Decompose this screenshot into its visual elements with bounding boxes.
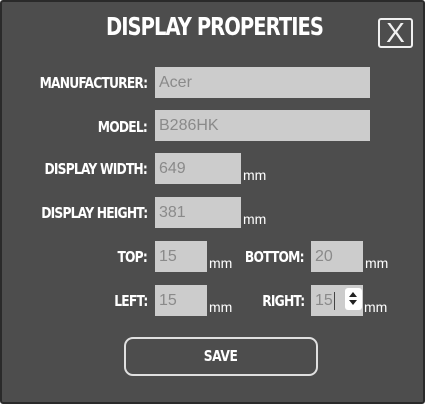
display-height-unit: mm — [243, 211, 267, 227]
manufacturer-label: MANUFACTURER: — [39, 74, 147, 92]
close-button[interactable]: X — [378, 18, 413, 48]
top-label: TOP: — [117, 248, 147, 266]
model-input[interactable]: B286HK — [155, 110, 370, 141]
manufacturer-input[interactable]: Acer — [155, 67, 370, 98]
close-icon: X — [386, 17, 405, 48]
spinner-up-icon[interactable] — [349, 292, 357, 297]
bottom-label: BOTTOM: — [245, 248, 305, 266]
display-width-unit: mm — [243, 167, 267, 183]
display-height-input[interactable]: 381 — [155, 197, 241, 228]
left-unit: mm — [209, 299, 233, 315]
spinner-arrows-icon[interactable] — [345, 288, 362, 310]
right-input-value: 15 — [315, 292, 333, 309]
spinner-down-icon[interactable] — [349, 300, 357, 305]
top-input[interactable]: 15 — [155, 241, 207, 272]
left-label: LEFT: — [113, 292, 148, 310]
text-caret — [333, 291, 335, 310]
bottom-input[interactable]: 20 — [311, 241, 363, 272]
display-width-label: DISPLAY WIDTH: — [44, 160, 147, 178]
model-label: MODEL: — [97, 118, 148, 136]
display-width-input[interactable]: 649 — [155, 153, 241, 184]
bottom-unit: mm — [365, 255, 389, 271]
display-properties-dialog: DISPLAY PROPERTIES X MANUFACTURER: Acer … — [0, 0, 425, 404]
right-label: RIGHT: — [261, 292, 305, 310]
top-unit: mm — [209, 255, 233, 271]
display-height-label: DISPLAY HEIGHT: — [40, 204, 148, 222]
save-button[interactable]: SAVE — [124, 337, 318, 376]
save-button-label: SAVE — [204, 347, 238, 365]
right-unit: mm — [364, 299, 388, 315]
dialog-title: DISPLAY PROPERTIES — [105, 12, 324, 41]
left-input[interactable]: 15 — [155, 285, 207, 316]
